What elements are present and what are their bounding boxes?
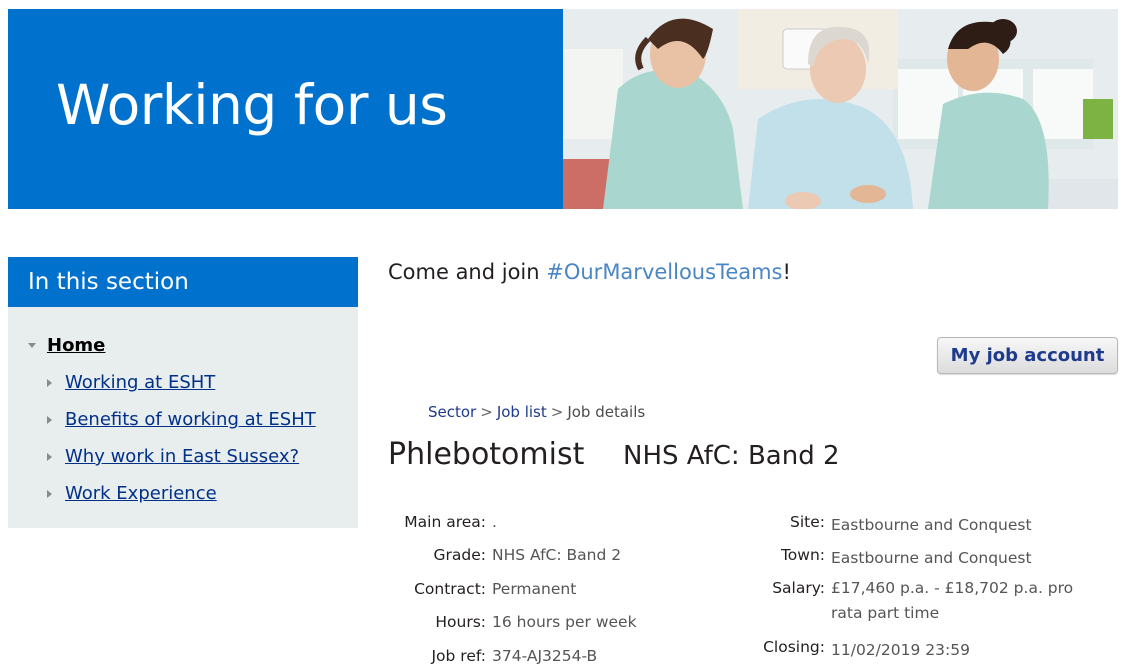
sidebar-item-benefits: Benefits of working at ESHT bbox=[8, 401, 358, 438]
sidebar-heading: In this section bbox=[8, 257, 358, 307]
detail-hours: Hours: 16 hours per week bbox=[388, 613, 637, 631]
hashtag-link[interactable]: #OurMarvellousTeams bbox=[546, 260, 782, 284]
sidebar-link-work-experience[interactable]: Work Experience bbox=[65, 483, 217, 504]
expanded-triangle-icon bbox=[28, 343, 36, 348]
detail-job-ref: Job ref: 374-AJ3254-B bbox=[388, 647, 597, 665]
detail-salary: Salary: £17,460 p.a. - £18,702 p.a. pro … bbox=[747, 576, 1075, 626]
detail-value: 374-AJ3254-B bbox=[492, 647, 598, 665]
detail-value: NHS AfC: Band 2 bbox=[492, 546, 622, 564]
sidebar-item-working-at-esht: Working at ESHT bbox=[8, 364, 358, 401]
detail-value: £17,460 p.a. - £18,702 p.a. pro rata par… bbox=[831, 579, 1074, 622]
collapsed-triangle-icon bbox=[47, 452, 52, 461]
banner-title-panel: Working for us bbox=[8, 9, 563, 209]
breadcrumb-separator: > bbox=[550, 403, 564, 421]
collapsed-triangle-icon bbox=[47, 415, 52, 424]
breadcrumb-separator: > bbox=[480, 403, 493, 421]
job-title: Phlebotomist bbox=[388, 437, 585, 472]
detail-value: 11/02/2019 23:59 bbox=[831, 641, 970, 659]
sidebar-link-working-at-esht[interactable]: Working at ESHT bbox=[65, 372, 215, 393]
section-sidebar: In this section Home Working at ESHT Ben… bbox=[8, 257, 358, 528]
detail-label: Job ref: bbox=[431, 647, 486, 665]
detail-site: Site: Eastbourne and Conquest bbox=[747, 513, 1075, 538]
detail-label: Closing: bbox=[763, 638, 825, 656]
detail-value: Permanent bbox=[492, 580, 577, 598]
detail-label: Contract: bbox=[414, 580, 486, 598]
breadcrumb: Sector > Job list > Job details bbox=[428, 403, 645, 421]
detail-label: Site: bbox=[790, 513, 825, 531]
sidebar-item-home: Home bbox=[8, 327, 358, 364]
detail-contract: Contract: Permanent bbox=[388, 580, 576, 598]
intro-text: Come and join #OurMarvellousTeams! bbox=[388, 260, 791, 284]
job-band: NHS AfC: Band 2 bbox=[623, 441, 840, 471]
detail-value: Eastbourne and Conquest bbox=[831, 549, 1032, 567]
nurses-with-patient-photo bbox=[563, 9, 1118, 209]
detail-value: . bbox=[492, 513, 497, 531]
sidebar-link-benefits[interactable]: Benefits of working at ESHT bbox=[65, 409, 316, 430]
intro-prefix: Come and join bbox=[388, 260, 547, 284]
breadcrumb-sector-link[interactable]: Sector bbox=[428, 403, 476, 421]
detail-label: Salary: bbox=[772, 579, 825, 597]
page-title: Working for us bbox=[56, 73, 448, 137]
detail-closing: Closing: 11/02/2019 23:59 bbox=[747, 638, 1075, 663]
detail-main-area: Main area: . bbox=[388, 513, 497, 531]
page-banner: Working for us bbox=[8, 9, 1118, 209]
sidebar-nav-list: Home Working at ESHT Benefits of working… bbox=[8, 307, 358, 512]
intro-suffix: ! bbox=[782, 260, 791, 284]
detail-label: Town: bbox=[780, 546, 825, 564]
sidebar-item-work-experience: Work Experience bbox=[8, 475, 358, 512]
banner-photo bbox=[563, 9, 1118, 209]
breadcrumb-current: Job details bbox=[567, 403, 646, 421]
detail-value: Eastbourne and Conquest bbox=[831, 516, 1032, 534]
detail-label: Hours: bbox=[435, 613, 486, 631]
detail-town: Town: Eastbourne and Conquest bbox=[747, 546, 1075, 571]
collapsed-triangle-icon bbox=[47, 489, 52, 498]
breadcrumb-job-list-link[interactable]: Job list bbox=[497, 403, 547, 421]
detail-value: 16 hours per week bbox=[492, 613, 637, 631]
sidebar-item-why-east-sussex: Why work in East Sussex? bbox=[8, 438, 358, 475]
detail-label: Grade: bbox=[433, 546, 486, 564]
collapsed-triangle-icon bbox=[47, 378, 52, 387]
sidebar-link-home[interactable]: Home bbox=[47, 335, 105, 356]
detail-label: Main area: bbox=[404, 513, 486, 531]
sidebar-link-why-east-sussex[interactable]: Why work in East Sussex? bbox=[65, 446, 299, 467]
detail-grade: Grade: NHS AfC: Band 2 bbox=[388, 546, 622, 564]
my-job-account-button[interactable]: My job account bbox=[937, 337, 1118, 374]
